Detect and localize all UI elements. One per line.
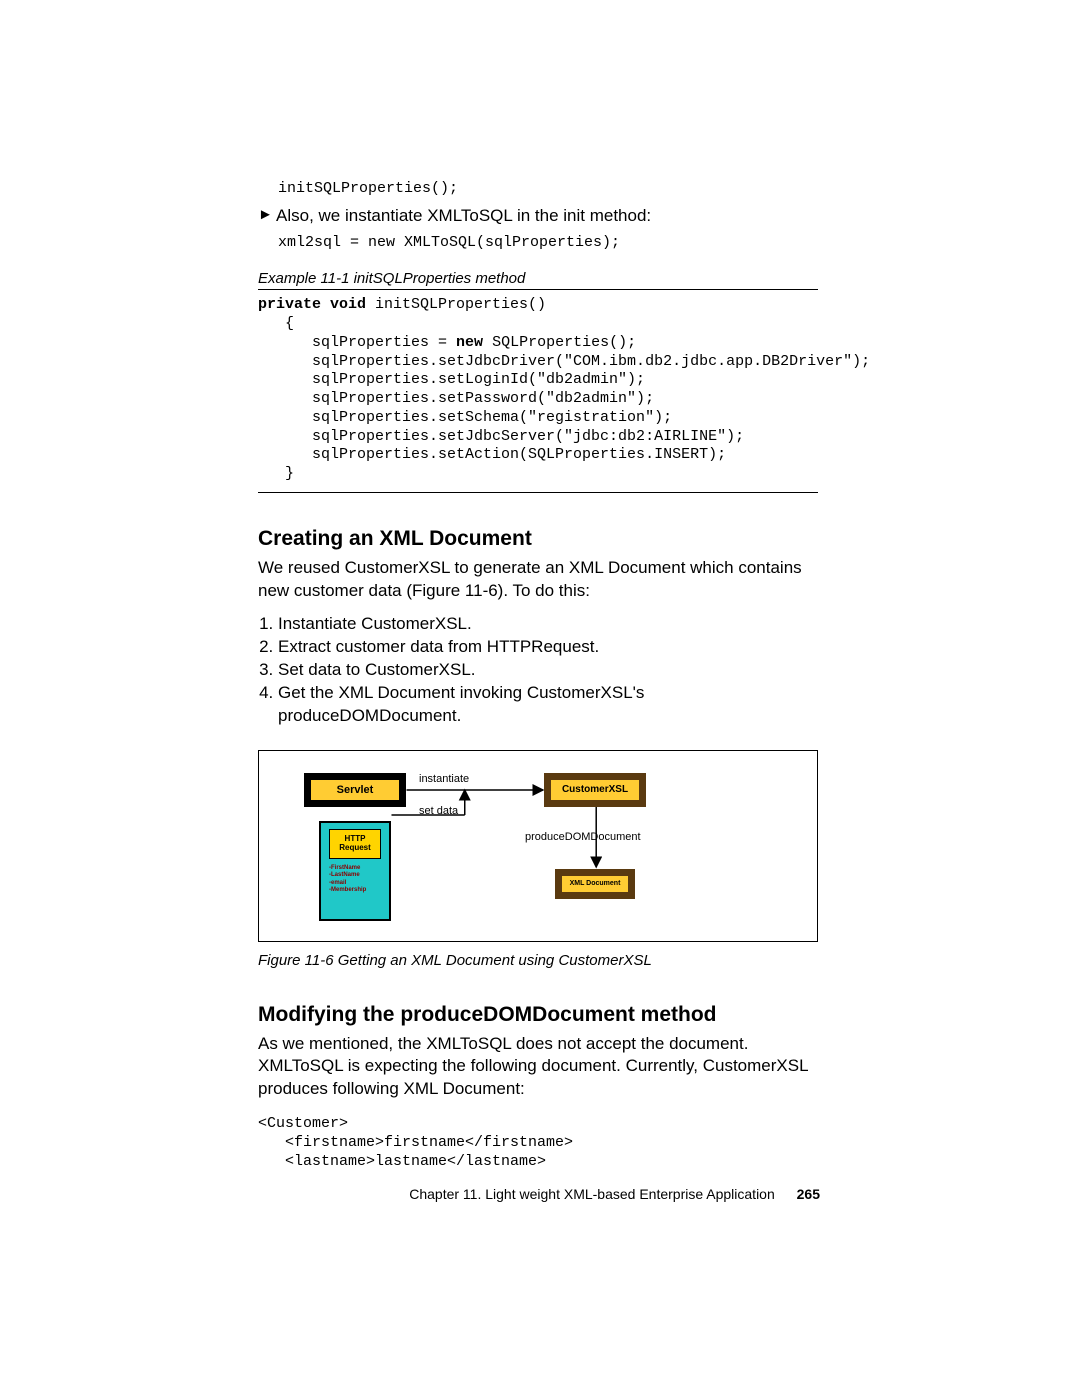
- heading-modifying: Modifying the produceDOMDocument method: [258, 1003, 818, 1027]
- bullet-marker: ►: [258, 205, 276, 225]
- footer-page-number: 265: [797, 1186, 820, 1202]
- servlet-label: Servlet: [309, 778, 401, 802]
- bullet-text: Also, we instantiate XMLToSQL in the ini…: [276, 205, 651, 228]
- heading-creating-xml: Creating an XML Document: [258, 527, 818, 551]
- xml-doc-box: XML Document: [555, 869, 635, 899]
- figure-caption: Figure 11-6 Getting an XML Document usin…: [258, 952, 818, 969]
- page-footer: Chapter 11. Light weight XML-based Enter…: [0, 1186, 1080, 1202]
- bullet-item: ► Also, we instantiate XMLToSQL in the i…: [258, 205, 818, 228]
- step-item: Set data to CustomerXSL.: [278, 659, 818, 682]
- http-request-box: HTTPRequest -FirstName-LastName-email-Me…: [319, 821, 391, 921]
- section1-paragraph: We reused CustomerXSL to generate an XML…: [258, 557, 818, 603]
- customerxsl-box: CustomerXSL: [544, 773, 646, 807]
- servlet-box: Servlet: [304, 773, 406, 807]
- code-init: initSQLProperties();: [278, 180, 818, 199]
- example-rule-bottom: [258, 492, 818, 493]
- example-caption: Example 11-1 initSQLProperties method: [258, 270, 818, 287]
- step-item: Extract customer data from HTTPRequest.: [278, 636, 818, 659]
- label-instantiate: instantiate: [419, 773, 469, 785]
- example-rule-top: [258, 289, 818, 290]
- example-code: private void initSQLProperties() { sqlPr…: [258, 296, 818, 484]
- customerxsl-label: CustomerXSL: [549, 778, 641, 802]
- steps-list: Instantiate CustomerXSL. Extract custome…: [258, 613, 818, 728]
- xml-doc-label: XML Document: [560, 874, 630, 894]
- step-item: Instantiate CustomerXSL.: [278, 613, 818, 636]
- label-set-data: set data: [419, 805, 458, 817]
- http-fields: -FirstName-LastName-email-Membership: [329, 865, 366, 895]
- step-item: Get the XML Document invoking CustomerXS…: [278, 682, 818, 728]
- http-request-label: HTTPRequest: [329, 829, 381, 859]
- code-xml2sql: xml2sql = new XMLToSQL(sqlProperties);: [278, 234, 818, 253]
- section2-paragraph: As we mentioned, the XMLToSQL does not a…: [258, 1033, 818, 1102]
- figure-diagram: Servlet CustomerXSL XML Document HTTPReq…: [258, 750, 818, 942]
- label-produce: produceDOMDocument: [525, 831, 641, 843]
- footer-chapter: Chapter 11. Light weight XML-based Enter…: [409, 1186, 775, 1202]
- code-customer-xml: <Customer> <firstname>firstname</firstna…: [258, 1115, 818, 1171]
